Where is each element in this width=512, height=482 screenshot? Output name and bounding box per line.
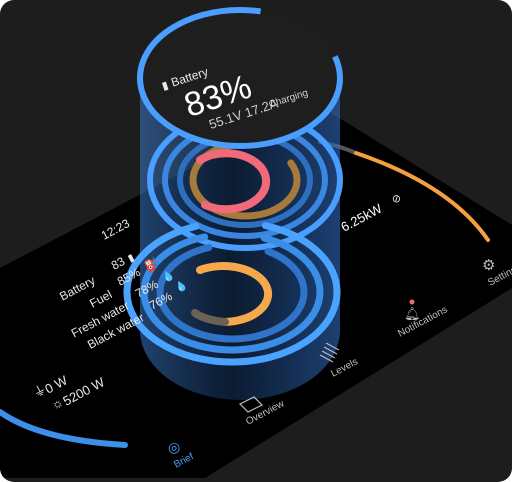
notification-dot [409,299,415,305]
brief-screen-illustration: ▮ Battery 83% 55.1V 17.2A Charging 12:23… [0,0,512,482]
scene: ▮ Battery 83% 55.1V 17.2A Charging 12:23… [0,7,512,478]
brief-icon: ◎ [168,439,180,455]
gear-icon: ⚙ [482,257,495,274]
